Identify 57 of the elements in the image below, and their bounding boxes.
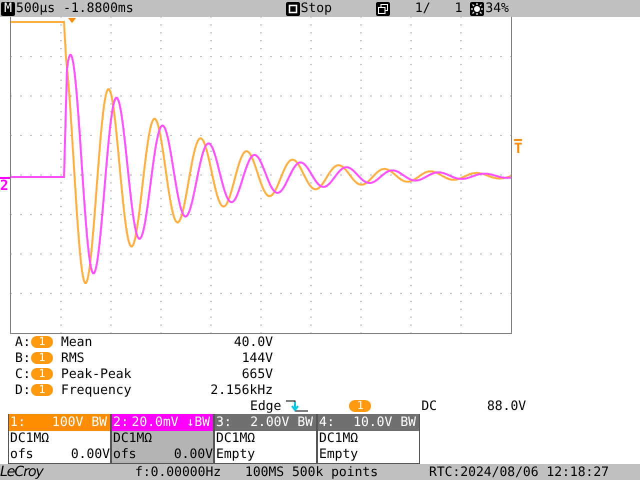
measurement-name: RMS <box>61 350 86 366</box>
channel-panel[interactable]: 1: 100V BW DC1MΩ ofs 0.00V <box>8 414 111 464</box>
trigger-level: 88.0V <box>486 398 526 414</box>
offset-label: ofs <box>113 447 136 463</box>
trigger-type: Edge <box>250 398 282 414</box>
measurement-name: Mean <box>61 334 94 350</box>
channel-coupling: DC1MΩ <box>319 431 358 447</box>
offset-label: ofs <box>10 447 34 463</box>
measurement-value: 665V <box>240 366 273 382</box>
mode-badge: M <box>1 2 15 16</box>
channel-panel[interactable]: 3: 2.00V BW DC1MΩ Empty <box>214 414 317 464</box>
frequency-readout: f:0.00000Hz <box>135 464 222 480</box>
channel-scale: 20.0mV <box>130 415 179 430</box>
measurement-slot: D: <box>15 382 31 398</box>
channel-scale: 100V <box>51 415 84 430</box>
channel-status: Empty <box>319 447 358 463</box>
measurement-name: Frequency <box>61 382 132 398</box>
measurement-name: Peak-Peak <box>61 366 132 382</box>
channel-coupling: DC1MΩ <box>216 431 256 447</box>
bandwidth-limit: BW <box>297 415 313 430</box>
source-badge: 1 <box>31 368 53 380</box>
clock: RTC:2024/08/06 12:18:27 <box>429 464 610 480</box>
trigger-delay: -1.8800ms <box>63 1 134 16</box>
brand-logo: LeCroy <box>0 464 45 480</box>
channel-panel[interactable]: 4: 10.0V BW DC1MΩ Empty <box>317 414 420 464</box>
run-state: Stop <box>300 1 332 16</box>
measurement-slot: C: <box>15 366 31 382</box>
channel-coupling: DC1MΩ <box>113 431 152 447</box>
acquisition-count: 1/ <box>414 1 431 16</box>
measurement-slot: A: <box>15 334 31 350</box>
sample-info: 100MS 500k points <box>245 464 380 480</box>
channel-label: 2: <box>113 415 129 430</box>
measurement-slot: B: <box>15 350 31 366</box>
channel-label: 4: <box>319 415 335 430</box>
channel-label: 3: <box>216 415 232 430</box>
channel-scale: 10.0V <box>352 415 392 430</box>
trigger-coupling: DC <box>421 398 437 414</box>
channel-label: 1: <box>10 415 26 430</box>
source-badge: 1 <box>31 384 53 396</box>
offset-value: 0.00V <box>70 447 110 463</box>
source-badge: 1 <box>31 352 53 364</box>
measurement-value: 2.156kHz <box>209 382 273 398</box>
acquisition-total: 1 <box>454 1 462 16</box>
channel-coupling: DC1MΩ <box>10 431 50 447</box>
channel-scale: 2.00V <box>249 415 290 430</box>
bandwidth-limit: ↓BW <box>186 415 210 430</box>
trigger-source-badge: 1 <box>349 400 372 412</box>
bandwidth-limit: BW <box>91 415 107 430</box>
bandwidth-limit: BW <box>400 415 416 430</box>
intensity: 34% <box>485 1 509 16</box>
offset-value: 0.00V <box>174 447 213 463</box>
slope-icon <box>285 400 310 412</box>
measurement-value: 40.0V <box>232 334 273 350</box>
channel-status: Empty <box>216 447 256 463</box>
source-badge: 1 <box>31 336 53 348</box>
measurement-value: 144V <box>240 350 273 366</box>
timebase: 500µs <box>16 1 56 16</box>
